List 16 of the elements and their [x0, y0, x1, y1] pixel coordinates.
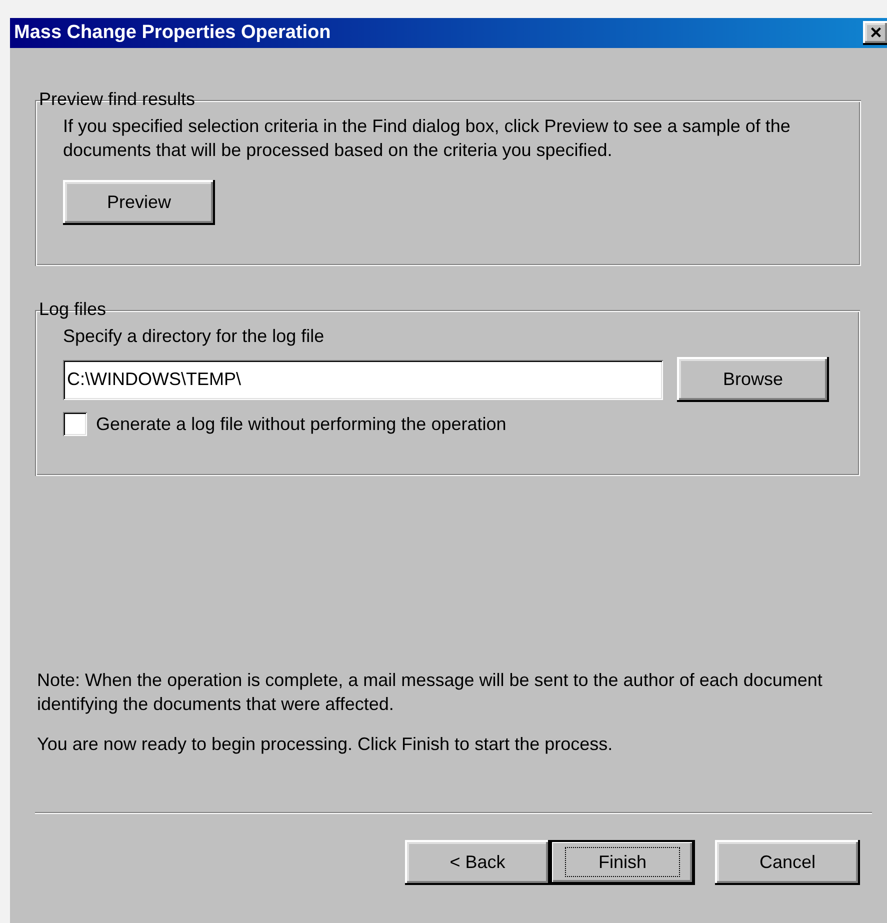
- description-text: If you specified selection criteria in the Find dialog box, click Preview to see a sample of the documents that will be processed based on the criteria you specified.: [63, 115, 792, 162]
- preview-button[interactable]: Preview: [63, 180, 215, 225]
- browse-button[interactable]: Browse: [677, 357, 829, 402]
- back-button[interactable]: < Back: [405, 840, 550, 885]
- note-text: Note: When the operation is complete, a mail message will be sent to the author of each document identifying the documents that were affected.: [37, 669, 824, 716]
- group-title: Log files: [38, 299, 108, 320]
- window-title: Mass Change Properties Operation: [14, 22, 331, 44]
- checkbox-label[interactable]: Generate a log file without performing the operation: [96, 414, 506, 434]
- group-title: Preview find results: [38, 89, 196, 110]
- cancel-button[interactable]: Cancel: [715, 840, 860, 885]
- finish-button[interactable]: Finish: [550, 840, 695, 885]
- directory-field[interactable]: C:\WINDOWS\TEMP\: [63, 360, 663, 400]
- checkbox[interactable]: [63, 412, 87, 436]
- field-label: Specify a directory for the log file: [63, 326, 326, 347]
- instruction-text: You are now ready to begin processing. Click Finish to start the process.: [37, 734, 614, 755]
- close-button[interactable]: ×: [863, 21, 887, 45]
